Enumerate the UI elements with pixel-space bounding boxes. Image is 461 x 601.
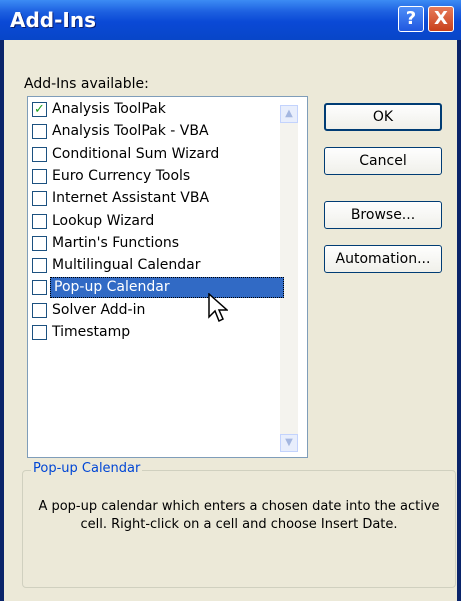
add-in-label: Martin's Functions <box>52 234 180 251</box>
add-in-label: Solver Add-in <box>52 301 146 318</box>
add-in-label: Multilingual Calendar <box>52 257 201 274</box>
add-in-label: Euro Currency Tools <box>52 167 191 184</box>
scroll-down-button[interactable]: ▼ <box>280 434 298 452</box>
description-text: A pop-up calendar which enters a chosen … <box>38 499 440 532</box>
description-title: Pop-up Calendar <box>31 461 143 476</box>
add-in-label: Internet Assistant VBA <box>52 190 210 207</box>
add-in-checkbox[interactable]: ✓ <box>32 102 47 117</box>
browse-button[interactable]: Browse... <box>324 201 442 229</box>
add-in-item[interactable]: Euro Currency Tools <box>32 166 279 187</box>
add-in-item[interactable]: Solver Add-in <box>32 300 279 321</box>
add-in-checkbox[interactable] <box>32 124 47 140</box>
cancel-button[interactable]: Cancel <box>324 147 442 175</box>
window-title: Add-Ins <box>10 8 96 32</box>
add-in-item[interactable]: Multilingual Calendar <box>32 255 279 276</box>
add-in-label: Analysis ToolPak <box>52 101 166 117</box>
add-in-checkbox[interactable] <box>32 280 47 296</box>
add-in-item[interactable]: Analysis ToolPak - VBA <box>32 121 279 142</box>
add-in-label: Analysis ToolPak - VBA <box>52 123 209 140</box>
add-in-item[interactable]: Pop-up Calendar <box>32 277 284 299</box>
mouse-pointer-icon <box>208 293 228 323</box>
ok-button[interactable]: OK <box>324 103 442 131</box>
help-button[interactable]: ? <box>398 6 424 32</box>
add-in-checkbox[interactable] <box>32 235 47 251</box>
add-in-checkbox[interactable] <box>32 191 47 207</box>
add-in-checkbox[interactable] <box>32 258 47 274</box>
close-button[interactable]: X <box>428 6 454 32</box>
close-icon: X <box>434 8 448 29</box>
add-in-item[interactable]: ✓ Analysis ToolPak <box>32 99 279 120</box>
scroll-up-button[interactable]: ▲ <box>280 105 298 123</box>
add-in-item[interactable]: Timestamp <box>32 322 279 343</box>
add-in-item[interactable]: Martin's Functions <box>32 233 279 254</box>
add-in-checkbox[interactable] <box>32 325 47 340</box>
add-in-item[interactable]: Internet Assistant VBA <box>32 188 279 209</box>
add-ins-listbox[interactable]: ▲ ▼ ✓ Analysis ToolPak Analysis ToolPak - … <box>27 96 308 458</box>
add-in-label: Pop-up Calendar <box>50 277 284 299</box>
add-in-item[interactable]: Lookup Wizard <box>32 211 279 232</box>
title-bar[interactable]: Add-Ins ? X <box>0 0 461 40</box>
automation-button[interactable]: Automation... <box>324 245 442 273</box>
checkmark-icon: ✓ <box>34 102 45 117</box>
add-in-label: Conditional Sum Wizard <box>52 145 220 162</box>
add-ins-dialog: Add-Ins ? X Add-Ins available: ▲ ▼ ✓ Anal… <box>0 0 461 601</box>
add-in-checkbox[interactable] <box>32 168 47 184</box>
add-in-checkbox[interactable] <box>32 213 47 229</box>
add-ins-available-label: Add-Ins available: <box>24 76 149 92</box>
add-in-label: Lookup Wizard <box>52 212 155 229</box>
add-in-item[interactable]: Conditional Sum Wizard <box>32 144 279 165</box>
add-in-checkbox[interactable] <box>32 146 47 162</box>
add-in-checkbox[interactable] <box>32 302 47 318</box>
add-in-label: Timestamp <box>52 324 131 340</box>
help-icon: ? <box>405 8 417 29</box>
